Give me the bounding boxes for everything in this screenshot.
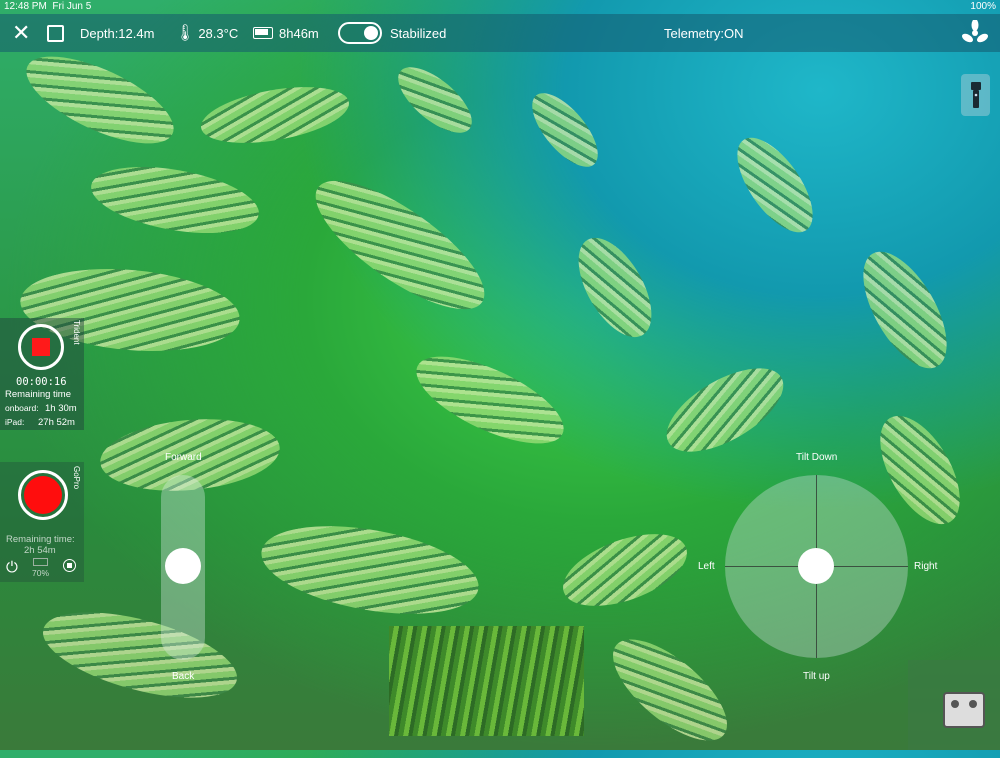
trident-record-button[interactable]	[18, 324, 64, 370]
tilt-down-label: Tilt Down	[796, 452, 838, 463]
close-icon[interactable]: ✕	[12, 14, 30, 52]
clock: 12:48 PM	[4, 1, 47, 12]
date: Fri Jun 5	[52, 1, 92, 12]
throttle-handle[interactable]	[165, 548, 201, 584]
propeller-icon[interactable]	[962, 14, 988, 52]
flashlight-icon	[970, 82, 981, 108]
back-label: Back	[172, 671, 195, 682]
gopro-panel: GoPro Remaining time: 2h 54m ⏻ 70%	[0, 462, 84, 582]
right-label: Right	[914, 561, 938, 572]
gopro-label: GoPro	[72, 466, 81, 490]
stabilized-label: Stabilized	[390, 25, 447, 41]
gopro-remaining-label: Remaining time:	[6, 534, 75, 545]
square-icon[interactable]	[47, 14, 64, 52]
flashlight-button[interactable]	[961, 74, 990, 116]
battery-icon	[253, 27, 273, 39]
status-bar: 12:48 PM Fri Jun 5 100%	[0, 0, 1000, 14]
onboard-label: onboard:	[5, 403, 39, 413]
gopro-record-button[interactable]	[18, 470, 68, 520]
secondary-camera-preview[interactable]	[389, 626, 584, 736]
telemetry-status[interactable]: Telemetry:ON	[664, 14, 743, 52]
tilt-up-label: Tilt up	[803, 671, 830, 682]
forward-label: Forward	[165, 452, 202, 463]
stop-icon	[32, 338, 50, 356]
top-toolbar: ✕ Depth:12.4m 🌡︎ 28.3°C 8h46m Stabilized…	[0, 14, 1000, 52]
elapsed-time: 00:00:16	[16, 376, 67, 388]
joystick-handle[interactable]	[798, 548, 834, 584]
stabilized-control: Stabilized	[338, 14, 446, 52]
temperature: 🌡︎ 28.3°C	[175, 14, 238, 52]
onboard-value: 1h 30m	[45, 403, 77, 414]
stabilized-toggle[interactable]	[338, 22, 382, 44]
power-icon[interactable]: ⏻	[6, 559, 18, 576]
left-label: Left	[698, 561, 715, 572]
record-icon	[24, 476, 62, 514]
gopro-battery-pct: 70%	[32, 568, 50, 578]
thermometer-icon: 🌡︎	[175, 25, 196, 42]
runtime: 8h46m	[253, 14, 319, 52]
ipad-value: 27h 52m	[38, 417, 75, 428]
rov-attitude-icon[interactable]	[943, 692, 985, 728]
trident-panel: Trident 00:00:16 Remaining time onboard:…	[0, 318, 84, 430]
remaining-time-label: Remaining time	[5, 389, 71, 400]
trident-label: Trident	[72, 320, 81, 345]
temperature-value: 28.3°C	[198, 25, 239, 41]
battery-status: 100%	[970, 1, 996, 12]
runtime-value: 8h46m	[279, 25, 319, 41]
depth-readout: Depth:12.4m	[80, 25, 155, 41]
ipad-label: iPad:	[5, 417, 25, 427]
gopro-stop-icon[interactable]	[63, 559, 76, 572]
gopro-remaining-value: 2h 54m	[24, 545, 56, 556]
gopro-battery-icon	[33, 558, 48, 566]
